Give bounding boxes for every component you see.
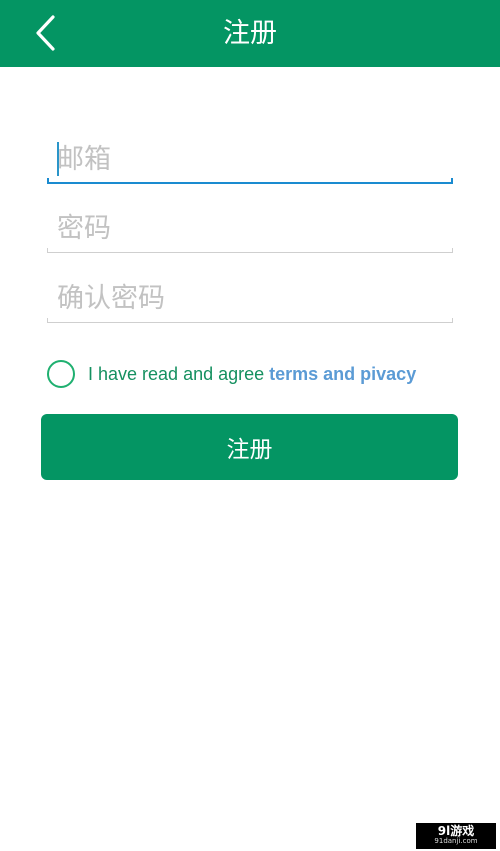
agree-text: I have read and agree: [88, 363, 265, 384]
agree-row: I have read and agree terms and pivacy: [47, 359, 416, 389]
email-underline: [47, 178, 453, 184]
email-field[interactable]: [47, 140, 453, 178]
watermark-sub: 91danji.com: [434, 837, 478, 845]
confirm-password-field[interactable]: [47, 279, 453, 317]
email-field-wrapper: [47, 140, 453, 184]
confirm-password-field-wrapper: [47, 279, 453, 323]
site-watermark-logo: 9l游戏 91danji.com: [416, 823, 496, 849]
password-field-wrapper: [47, 209, 453, 253]
agree-radio[interactable]: [47, 360, 75, 388]
password-field[interactable]: [47, 209, 453, 247]
register-screen: 注册 I have read and agree terms and pivac…: [0, 0, 500, 851]
page-title: 注册: [223, 18, 277, 49]
password-underline: [47, 248, 453, 253]
text-cursor: [57, 142, 59, 176]
register-button[interactable]: 注册: [41, 414, 458, 480]
app-header: 注册: [0, 0, 500, 67]
watermark-main: 9l游戏: [437, 824, 475, 838]
terms-link[interactable]: terms and pivacy: [269, 364, 416, 385]
confirm-password-underline: [47, 318, 453, 323]
